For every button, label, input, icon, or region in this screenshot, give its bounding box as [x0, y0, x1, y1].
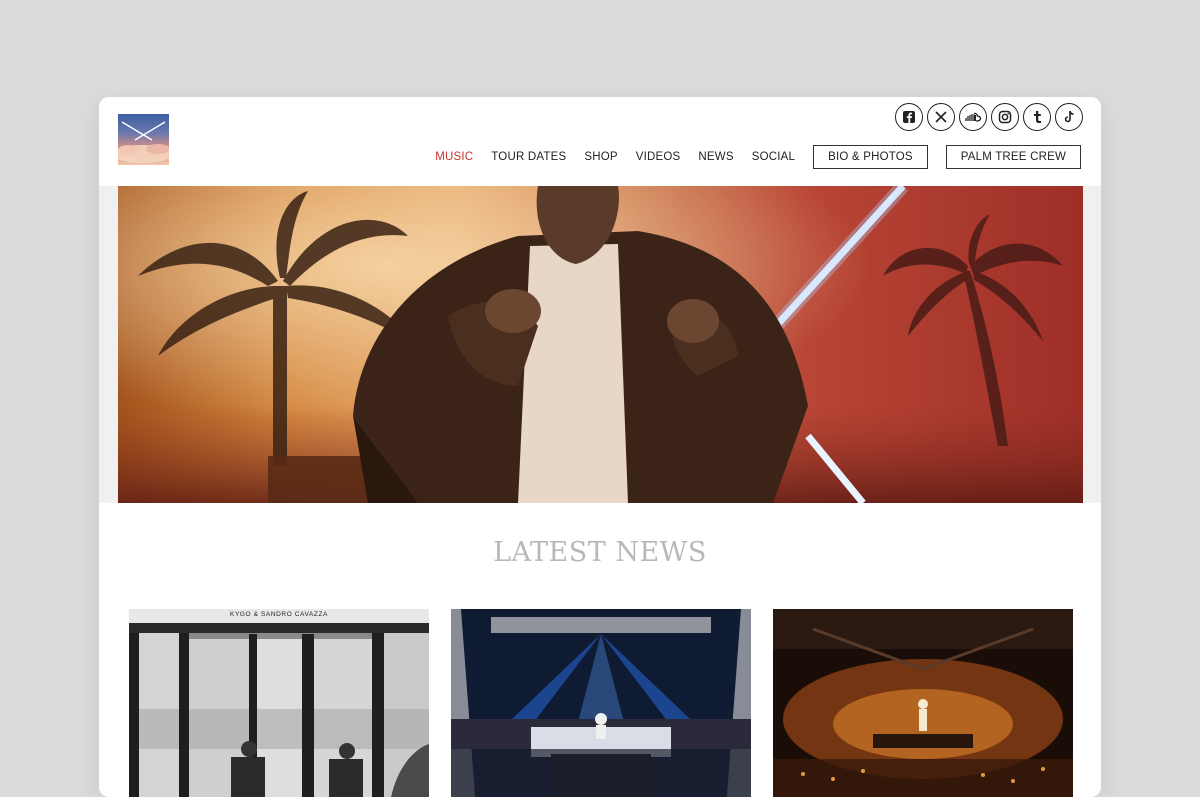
nav-music[interactable]: MUSIC [435, 151, 473, 163]
news-card-1-caption: KYGO & SANDRO CAVAZZA [230, 611, 328, 618]
bio-photos-button[interactable]: BIO & PHOTOS [813, 145, 928, 169]
palm-tree-crew-button[interactable]: PALM TREE CREW [945, 145, 1081, 169]
news-card-1[interactable]: KYGO & SANDRO CAVAZZA [129, 609, 429, 797]
news-card-2[interactable] [451, 609, 751, 797]
nav-tour-dates[interactable]: TOUR DATES [491, 151, 566, 163]
news-card-3[interactable] [773, 609, 1073, 797]
instagram-icon[interactable] [991, 103, 1019, 131]
facebook-icon[interactable] [895, 103, 923, 131]
hero-image [118, 186, 1083, 503]
nav-news[interactable]: NEWS [698, 151, 733, 163]
latest-news-title: LATEST NEWS [493, 537, 707, 568]
social-icons [895, 103, 1083, 131]
site-logo[interactable] [118, 114, 169, 165]
nav-social[interactable]: SOCIAL [752, 151, 795, 163]
nav-videos[interactable]: VIDEOS [636, 151, 681, 163]
soundcloud-icon[interactable] [959, 103, 987, 131]
tiktok-icon[interactable] [1055, 103, 1083, 131]
x-icon[interactable] [927, 103, 955, 131]
browser-window: MUSIC TOUR DATES SHOP VIDEOS NEWS SOCIAL… [99, 97, 1101, 797]
tumblr-icon[interactable] [1023, 103, 1051, 131]
news-grid: KYGO & SANDRO CAVAZZA [129, 609, 1073, 797]
main-nav: MUSIC TOUR DATES SHOP VIDEOS NEWS SOCIAL… [417, 145, 1081, 169]
nav-shop[interactable]: SHOP [584, 151, 617, 163]
